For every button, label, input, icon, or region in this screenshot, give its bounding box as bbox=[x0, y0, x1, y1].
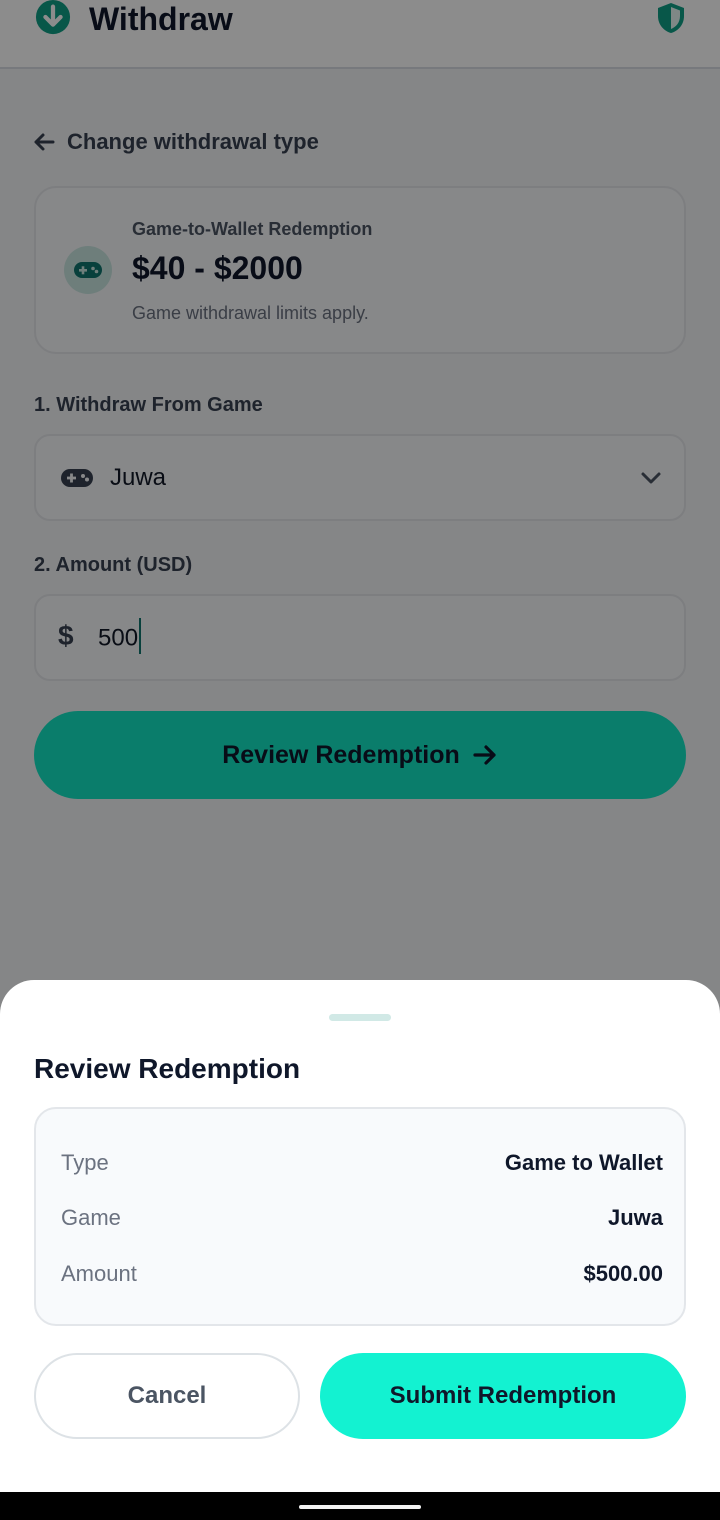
cancel-button[interactable]: Cancel bbox=[34, 1353, 300, 1439]
sheet-title: Review Redemption bbox=[34, 1053, 301, 1084]
sheet-drag-handle[interactable] bbox=[329, 1014, 391, 1021]
summary-value: Game to Wallet bbox=[504, 1150, 663, 1175]
system-navigation-bar bbox=[0, 1492, 720, 1520]
summary-value: Juwa bbox=[607, 1205, 663, 1230]
home-gesture-pill[interactable] bbox=[299, 1505, 421, 1509]
summary-value: $500.00 bbox=[583, 1261, 663, 1286]
redemption-summary: Type Game to Wallet Game Juwa Amount $50… bbox=[34, 1107, 686, 1326]
summary-row-amount: Amount $500.00 bbox=[61, 1259, 663, 1289]
summary-row-type: Type Game to Wallet bbox=[61, 1148, 663, 1178]
summary-key: Amount bbox=[61, 1261, 137, 1286]
summary-row-game: Game Juwa bbox=[61, 1203, 663, 1233]
review-redemption-sheet: Review Redemption Type Game to Wallet Ga… bbox=[0, 980, 720, 1492]
submit-redemption-button[interactable]: Submit Redemption bbox=[320, 1353, 686, 1439]
summary-key: Type bbox=[61, 1150, 109, 1175]
summary-key: Game bbox=[61, 1205, 121, 1230]
